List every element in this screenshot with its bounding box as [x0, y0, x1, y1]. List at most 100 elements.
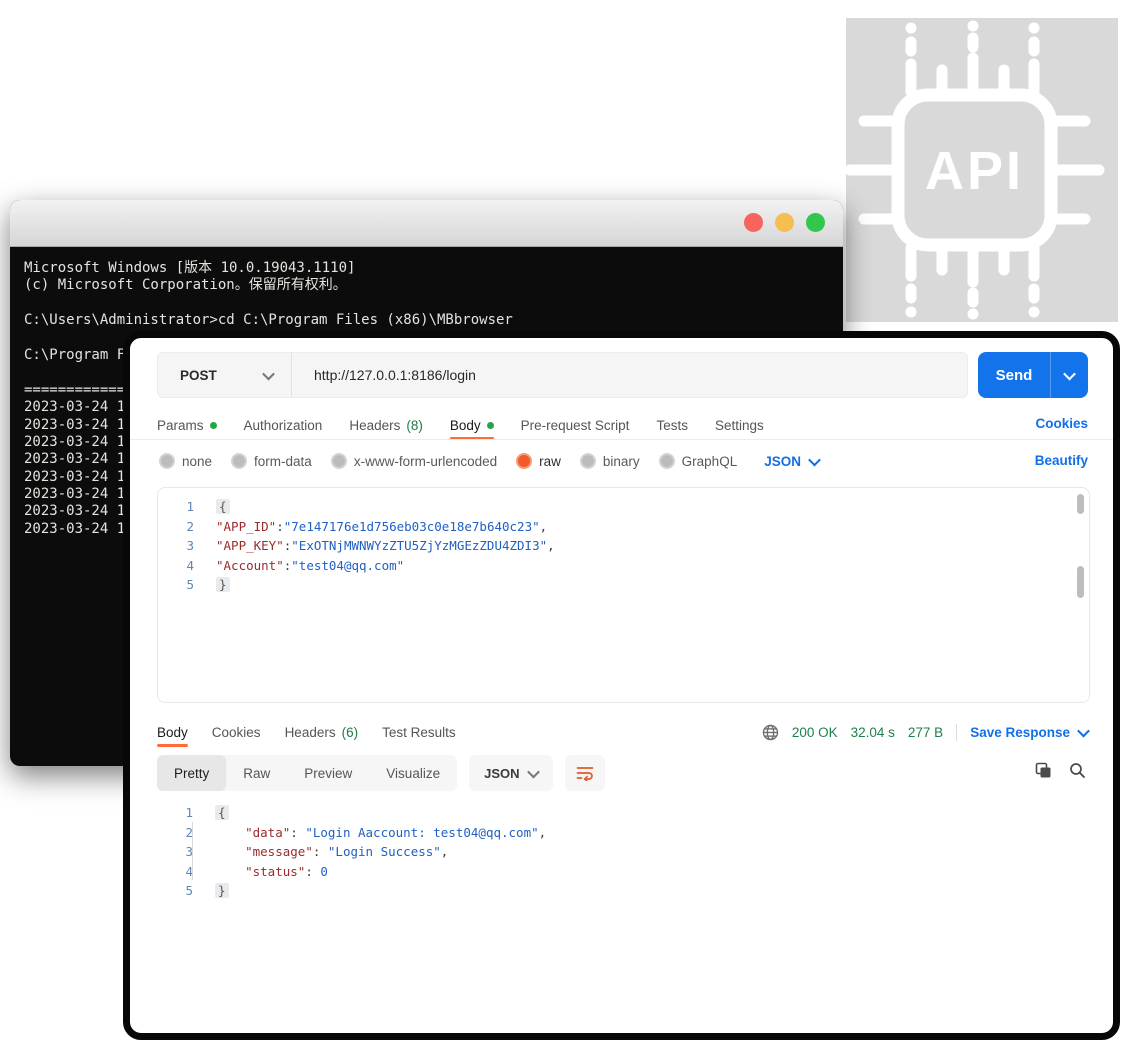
- body-language-dropdown[interactable]: JSON: [764, 454, 819, 469]
- response-time: 32.04 s: [851, 725, 895, 740]
- request-body-editor[interactable]: 1{2"APP_ID":"7e147176e1d756eb03c0e18e7b6…: [157, 487, 1090, 703]
- code-line: 1{: [158, 497, 1089, 517]
- tab-pre-request-script[interactable]: Pre-request Script: [521, 418, 630, 433]
- code-line: 1{: [157, 803, 1090, 823]
- tab-settings[interactable]: Settings: [715, 418, 764, 433]
- radio-none[interactable]: none: [159, 453, 212, 469]
- radio-label: GraphQL: [682, 454, 738, 469]
- send-button-label: Send: [978, 367, 1050, 384]
- response-meta: 200 OK 32.04 s 277 B Save Response: [762, 718, 1088, 746]
- beautify-link[interactable]: Beautify: [1035, 453, 1088, 468]
- radio-form-data[interactable]: form-data: [231, 453, 312, 469]
- line-number: 3: [158, 536, 208, 556]
- response-body-viewer[interactable]: 1{2 "data": "Login Aaccount: test04@qq.c…: [157, 803, 1090, 901]
- radio-raw[interactable]: raw: [516, 453, 561, 469]
- headers-count: (8): [406, 418, 423, 433]
- line-number: 5: [157, 881, 207, 901]
- line-number: 4: [157, 862, 207, 882]
- divider: [130, 439, 1113, 440]
- chevron-down-icon: [1077, 724, 1090, 737]
- tab-tests[interactable]: Tests: [656, 418, 688, 433]
- indent-guide: [192, 822, 193, 880]
- terminal-line: Microsoft Windows [版本 10.0.19043.1110]: [24, 260, 837, 277]
- green-dot-icon: [210, 422, 217, 429]
- request-code: 1{2"APP_ID":"7e147176e1d756eb03c0e18e7b6…: [158, 497, 1089, 595]
- response-actions: [1035, 762, 1086, 779]
- tab-label: Settings: [715, 418, 764, 433]
- tab-body[interactable]: Body: [450, 418, 494, 433]
- line-number: 1: [157, 803, 207, 823]
- radio-label: none: [182, 454, 212, 469]
- response-size: 277 B: [908, 725, 943, 740]
- code-line: 3"APP_KEY":"ExOTNjMWNWYzZTU5ZjYzMGEzZDU4…: [158, 536, 1089, 556]
- cookies-link[interactable]: Cookies: [1035, 416, 1088, 431]
- tab-label: Tests: [656, 418, 688, 433]
- tab-response-body[interactable]: Body: [157, 725, 188, 740]
- radio-label: raw: [539, 454, 561, 469]
- request-url-bar: POST http://127.0.0.1:8186/login: [157, 352, 968, 398]
- save-response-button[interactable]: Save Response: [970, 725, 1088, 740]
- tab-response-cookies[interactable]: Cookies: [212, 725, 261, 740]
- tab-label: Body: [157, 725, 188, 740]
- radio-icon: [580, 453, 596, 469]
- tab-test-results[interactable]: Test Results: [382, 725, 456, 740]
- view-tab-preview[interactable]: Preview: [287, 755, 369, 791]
- radio-binary[interactable]: binary: [580, 453, 640, 469]
- line-number: 1: [158, 497, 208, 517]
- code-line: 2"APP_ID":"7e147176e1d756eb03c0e18e7b640…: [158, 517, 1089, 537]
- url-input[interactable]: http://127.0.0.1:8186/login: [292, 367, 476, 383]
- chevron-down-icon: [527, 765, 540, 778]
- radio-icon: [331, 453, 347, 469]
- radio-icon: [231, 453, 247, 469]
- active-tab-underline: [157, 744, 188, 747]
- api-client-window: POST http://127.0.0.1:8186/login Send Pa…: [123, 331, 1120, 1040]
- tab-label: Body: [450, 418, 481, 433]
- code-line: 2 "data": "Login Aaccount: test04@qq.com…: [157, 823, 1090, 843]
- minimize-window-icon[interactable]: [775, 213, 794, 232]
- status-badge: 200 OK: [792, 725, 838, 740]
- terminal-line: (c) Microsoft Corporation。保留所有权利。: [24, 277, 837, 294]
- method-dropdown[interactable]: POST: [158, 368, 291, 383]
- tab-params[interactable]: Params: [157, 418, 217, 433]
- radio-label: binary: [603, 454, 640, 469]
- radio-x-www-form-urlencoded[interactable]: x-www-form-urlencoded: [331, 453, 497, 469]
- tab-authorization[interactable]: Authorization: [244, 418, 323, 433]
- close-window-icon[interactable]: [744, 213, 763, 232]
- view-tab-visualize[interactable]: Visualize: [369, 755, 457, 791]
- scrollbar-thumb[interactable]: [1077, 566, 1084, 598]
- send-options-button[interactable]: [1051, 371, 1088, 380]
- view-tab-raw[interactable]: Raw: [226, 755, 287, 791]
- chevron-down-icon: [1063, 367, 1076, 380]
- scrollbar-thumb[interactable]: [1077, 494, 1084, 514]
- copy-icon: [1035, 762, 1052, 779]
- wrap-lines-icon: [576, 765, 594, 781]
- body-type-options: none form-data x-www-form-urlencoded raw…: [159, 451, 819, 471]
- code-line: 5}: [157, 881, 1090, 901]
- radio-icon: [159, 453, 175, 469]
- radio-label: form-data: [254, 454, 312, 469]
- tab-headers[interactable]: Headers (8): [349, 418, 423, 433]
- api-chip-icon: API: [846, 18, 1118, 322]
- body-language-label: JSON: [764, 454, 801, 469]
- tab-response-headers[interactable]: Headers (6): [285, 725, 359, 740]
- tab-label: Authorization: [244, 418, 323, 433]
- zoom-window-icon[interactable]: [806, 213, 825, 232]
- globe-icon: [762, 724, 779, 741]
- api-chip-label: API: [925, 141, 1024, 201]
- tab-label: Pre-request Script: [521, 418, 630, 433]
- send-button[interactable]: Send: [978, 352, 1088, 398]
- search-icon: [1069, 762, 1086, 779]
- chevron-down-icon: [808, 453, 821, 466]
- line-number: 3: [157, 842, 207, 862]
- response-language-dropdown[interactable]: JSON: [469, 755, 552, 791]
- terminal-titlebar[interactable]: [10, 200, 843, 247]
- search-button[interactable]: [1069, 762, 1086, 779]
- view-tab-pretty[interactable]: Pretty: [157, 755, 226, 791]
- radio-graphql[interactable]: GraphQL: [659, 453, 738, 469]
- wrap-lines-button[interactable]: [565, 755, 605, 791]
- response-code: 1{2 "data": "Login Aaccount: test04@qq.c…: [157, 803, 1090, 901]
- line-number: 2: [158, 517, 208, 537]
- view-segmented-control: Pretty Raw Preview Visualize: [157, 755, 457, 791]
- copy-button[interactable]: [1035, 762, 1052, 779]
- response-language-label: JSON: [484, 766, 519, 781]
